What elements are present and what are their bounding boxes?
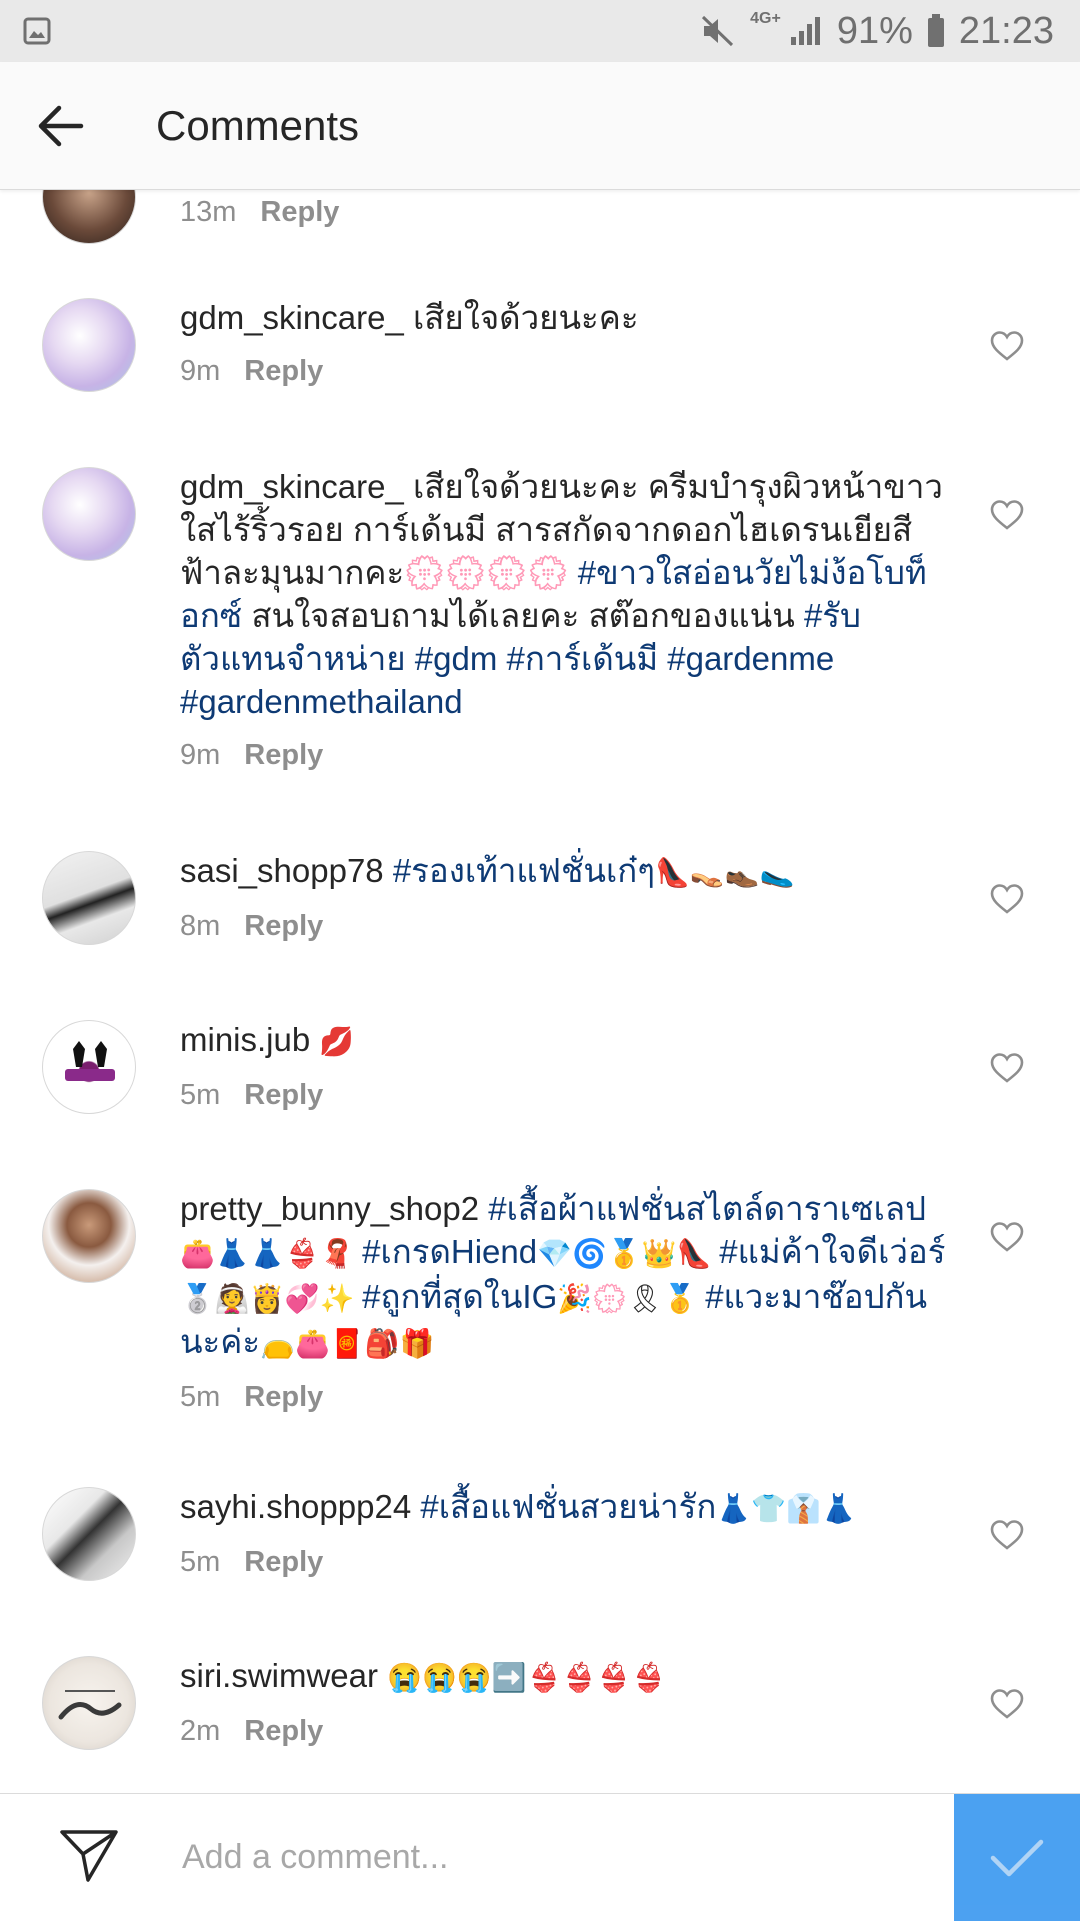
clock: 21:23: [958, 9, 1054, 52]
back-button[interactable]: [30, 95, 92, 157]
heart-icon[interactable]: [990, 499, 1024, 531]
comment-time: 8m: [180, 910, 221, 942]
reply-button[interactable]: Reply: [244, 739, 323, 772]
heart-icon[interactable]: [990, 1052, 1024, 1084]
avatar[interactable]: [42, 1656, 136, 1750]
comment-text: sasi_shopp78 #รองเท้าแฟชั่นเก๋ๆ👠👡👞🥿: [180, 852, 795, 889]
heart-icon[interactable]: [990, 1221, 1024, 1253]
comment-time: 13m: [180, 196, 237, 228]
comment-time: 9m: [180, 739, 221, 771]
hashtag[interactable]: #เสื้อผ้าแฟชั่นสไตล์ดาราเซเลป: [488, 1190, 926, 1227]
checkmark-icon: [990, 1839, 1044, 1876]
avatar[interactable]: [42, 1189, 136, 1283]
battery-percent: 91%: [836, 9, 913, 52]
comments-list[interactable]: 13m Reply gdm_skincare_ เสียใจด้วยนะคะ 9…: [0, 190, 1080, 1793]
avatar[interactable]: [42, 1020, 136, 1114]
comment-text: gdm_skincare_ เสียใจด้วยนะคะ: [180, 299, 639, 336]
post-comment-button[interactable]: [954, 1794, 1080, 1921]
comment-time: 9m: [180, 355, 221, 387]
hashtag[interactable]: #เสื้อแฟชั่นสวยน่ารัก: [420, 1488, 716, 1525]
comment-time: 5m: [180, 1381, 221, 1413]
gallery-notification-icon: [22, 16, 52, 46]
reply-button[interactable]: Reply: [244, 355, 323, 388]
logo-icon: [65, 1041, 115, 1081]
reply-button[interactable]: Reply: [244, 1715, 323, 1748]
reply-button[interactable]: Reply: [260, 196, 339, 229]
comment-text: minis.jub 💋: [180, 1021, 355, 1058]
signal-icon: [789, 15, 823, 47]
comment-username[interactable]: siri.swimwear: [180, 1657, 378, 1694]
comment-text: pretty_bunny_shop2 #เสื้อผ้าแฟชั่นสไตล์ด…: [180, 1190, 946, 1360]
hashtag[interactable]: #ถูกที่สุดในIG: [362, 1278, 557, 1315]
comment-composer: [0, 1793, 1080, 1921]
comment-username[interactable]: gdm_skincare_: [180, 299, 404, 336]
header: Comments: [0, 62, 1080, 190]
comment-time: 5m: [180, 1546, 221, 1578]
avatar[interactable]: [42, 851, 136, 945]
arrow-left-icon: [38, 105, 84, 146]
status-bar: 4G+ 91% 21:23: [0, 0, 1080, 62]
comment-text: sayhi.shoppp24 #เสื้อแฟชั่นสวยน่ารัก👗👕👔👗: [180, 1488, 856, 1525]
hashtag[interactable]: #แม่ค้าใจดีเว่อร์: [719, 1233, 945, 1270]
direct-send-icon[interactable]: [58, 1826, 120, 1884]
comment-username[interactable]: gdm_skincare_: [180, 468, 404, 505]
heart-icon[interactable]: [990, 330, 1024, 362]
heart-icon[interactable]: [990, 883, 1024, 915]
hashtag[interactable]: #เกรดHiend: [362, 1233, 537, 1270]
reply-button[interactable]: Reply: [244, 1546, 323, 1579]
heart-icon[interactable]: [990, 1688, 1024, 1720]
reply-button[interactable]: Reply: [244, 1381, 323, 1414]
comment-username[interactable]: sasi_shopp78: [180, 852, 384, 889]
mute-icon: [700, 14, 736, 48]
comment-text: gdm_skincare_ เสียใจด้วยนะคะ ครีมบำรุงผิ…: [180, 468, 943, 720]
hashtag[interactable]: #รองเท้าแฟชั่นเก๋ๆ: [393, 852, 655, 889]
logo-icon: [58, 1690, 122, 1720]
heart-icon[interactable]: [990, 1519, 1024, 1551]
avatar[interactable]: [42, 298, 136, 392]
battery-icon: [927, 14, 945, 48]
reply-button[interactable]: Reply: [244, 910, 323, 943]
comment-input[interactable]: [180, 1824, 924, 1890]
comment-time: 5m: [180, 1079, 221, 1111]
page-title: Comments: [156, 101, 360, 149]
comment-username[interactable]: pretty_bunny_shop2: [180, 1190, 479, 1227]
reply-button[interactable]: Reply: [244, 1079, 323, 1112]
avatar[interactable]: [42, 1487, 136, 1581]
comment-text: siri.swimwear 😭😭😭➡️👙👙👙👙: [180, 1657, 667, 1694]
network-type: 4G+: [750, 10, 781, 27]
comment-time: 2m: [180, 1715, 221, 1747]
avatar[interactable]: [42, 190, 136, 244]
avatar[interactable]: [42, 467, 136, 561]
comment-username[interactable]: minis.jub: [180, 1021, 310, 1058]
comment-username[interactable]: sayhi.shoppp24: [180, 1488, 411, 1525]
